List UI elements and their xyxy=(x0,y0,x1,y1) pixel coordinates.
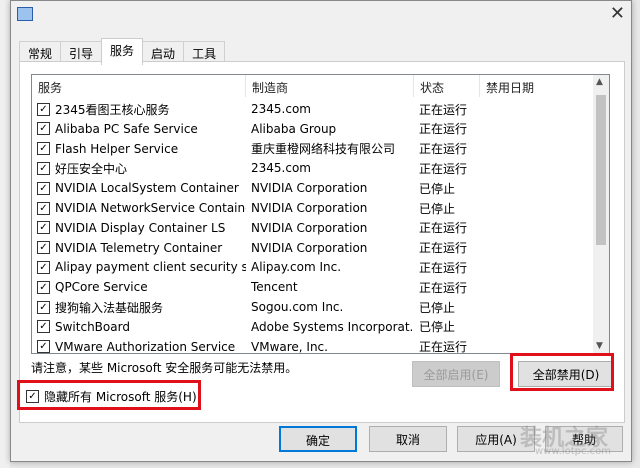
service-name: SwitchBoard xyxy=(55,319,130,334)
col-status[interactable]: 状态 xyxy=(414,75,480,97)
status-cell: 正在运行 xyxy=(419,241,468,256)
checkbox-checked-icon[interactable]: ✓ xyxy=(37,280,50,294)
service-name: 搜狗输入法基础服务 xyxy=(55,300,164,315)
vendor-cell: 2345.com xyxy=(251,161,311,176)
service-row[interactable]: ✓ NVIDIA NetworkService Container NVIDIA C… xyxy=(32,198,593,218)
service-name-cell: ✓ NVIDIA NetworkService Container xyxy=(32,201,246,215)
service-name: NVIDIA Display Container LS xyxy=(55,220,226,235)
vendor-cell: NVIDIA Corporation xyxy=(251,181,368,196)
service-row[interactable]: ✓ 2345看图王核心服务 2345.com 正在运行 xyxy=(32,99,593,119)
checkbox-checked-icon[interactable]: ✓ xyxy=(37,122,50,136)
status-cell: 正在运行 xyxy=(419,221,468,236)
tab-services[interactable]: 服务 xyxy=(101,38,144,65)
watermark-url: www.lotpc.com xyxy=(535,446,611,457)
background-window xyxy=(0,0,10,468)
checkbox-checked-icon[interactable]: ✓ xyxy=(37,201,50,215)
service-name: 好压安全中心 xyxy=(55,161,128,176)
service-row[interactable]: ✓ NVIDIA Telemetry Container NVIDIA Corpor… xyxy=(32,238,593,258)
vendor-cell: VMware, Inc. xyxy=(251,339,328,354)
status-cell: 已停止 xyxy=(419,181,456,196)
service-name-cell: ✓ Alipay payment client security ser... xyxy=(32,260,246,274)
checkbox-checked-icon[interactable]: ✓ xyxy=(37,102,50,116)
checkbox-checked-icon[interactable]: ✓ xyxy=(37,260,50,274)
checkbox-checked-icon[interactable]: ✓ xyxy=(37,340,50,353)
vendor-cell: 重庆重橙网络科技有限公司 xyxy=(251,142,396,157)
vendor-cell: Tencent xyxy=(251,280,298,295)
service-name: Alibaba PC Safe Service xyxy=(55,121,198,136)
list-header: 服务 制造商 状态 禁用日期 xyxy=(32,75,593,97)
highlight-box xyxy=(510,353,614,391)
scrollbar[interactable]: ▲ ▼ xyxy=(593,75,609,353)
service-name-cell: ✓ 2345看图王核心服务 xyxy=(32,101,246,118)
service-row[interactable]: ✓ Alipay payment client security ser... Al… xyxy=(32,257,593,277)
note-text: 请注意，某些 Microsoft 安全服务可能无法禁用。 xyxy=(31,361,298,375)
col-vendor[interactable]: 制造商 xyxy=(246,75,414,97)
service-name: NVIDIA NetworkService Container xyxy=(55,201,246,215)
vendor-cell: NVIDIA Corporation xyxy=(251,220,368,235)
status-cell: 已停止 xyxy=(419,201,456,216)
service-row[interactable]: ✓ SwitchBoard Adobe Systems Incorporat... 已… xyxy=(32,317,593,337)
status-cell: 正在运行 xyxy=(419,122,468,137)
service-row[interactable]: ✓ 搜狗输入法基础服务 Sogou.com Inc. 已停止 xyxy=(32,297,593,317)
service-name-cell: ✓ VMware Authorization Service xyxy=(32,339,246,354)
checkbox-checked-icon[interactable]: ✓ xyxy=(37,320,50,334)
service-name: NVIDIA LocalSystem Container xyxy=(55,181,239,196)
service-name: NVIDIA Telemetry Container xyxy=(55,240,223,255)
service-name-cell: ✓ 搜狗输入法基础服务 xyxy=(32,299,246,316)
status-cell: 正在运行 xyxy=(419,280,468,295)
vendor-cell: Adobe Systems Incorporat... xyxy=(251,319,414,334)
service-row[interactable]: ✓ QPCore Service Tencent 正在运行 xyxy=(32,277,593,297)
vendor-cell: Alibaba Group xyxy=(251,121,337,136)
checkbox-checked-icon[interactable]: ✓ xyxy=(37,161,50,175)
service-row[interactable]: ✓ NVIDIA Display Container LS NVIDIA Corpo… xyxy=(32,218,593,238)
checkbox-checked-icon[interactable]: ✓ xyxy=(37,181,50,195)
service-name-cell: ✓ NVIDIA LocalSystem Container xyxy=(32,181,246,195)
status-cell: 正在运行 xyxy=(419,142,468,157)
service-name: QPCore Service xyxy=(55,280,148,295)
status-cell: 正在运行 xyxy=(419,102,468,117)
vendor-cell: Sogou.com Inc. xyxy=(251,300,344,314)
service-row[interactable]: ✓ 好压安全中心 2345.com 正在运行 xyxy=(32,158,593,178)
status-cell: 已停止 xyxy=(419,300,456,315)
vendor-cell: Alipay.com Inc. xyxy=(251,260,342,275)
vendor-cell: NVIDIA Corporation xyxy=(251,201,368,215)
scroll-thumb[interactable] xyxy=(596,95,606,245)
vendor-cell: 2345.com xyxy=(251,102,311,116)
enable-all-button[interactable]: 全部启用(E) xyxy=(412,361,500,387)
checkbox-checked-icon[interactable]: ✓ xyxy=(37,241,50,255)
close-button[interactable]: ✕ xyxy=(610,3,625,24)
scroll-up-icon[interactable]: ▲ xyxy=(596,77,603,87)
ok-button[interactable]: 确定 xyxy=(279,426,357,452)
checkbox-checked-icon[interactable]: ✓ xyxy=(37,221,50,235)
service-row[interactable]: ✓ VMware Authorization Service VMware, Inc… xyxy=(32,337,593,354)
col-disabled-date[interactable]: 禁用日期 xyxy=(480,75,593,97)
checkbox-checked-icon[interactable]: ✓ xyxy=(37,300,50,314)
scroll-down-icon[interactable]: ▼ xyxy=(596,341,603,351)
service-row[interactable]: ✓ NVIDIA LocalSystem Container NVIDIA Corp… xyxy=(32,178,593,198)
checkbox-checked-icon[interactable]: ✓ xyxy=(37,142,50,156)
col-service[interactable]: 服务 xyxy=(32,75,246,97)
vendor-cell: NVIDIA Corporation xyxy=(251,240,368,255)
msconfig-icon xyxy=(17,7,33,21)
service-name-cell: ✓ NVIDIA Display Container LS xyxy=(32,221,246,235)
service-name: Alipay payment client security ser... xyxy=(55,260,246,275)
status-cell: 正在运行 xyxy=(419,260,468,275)
service-name-cell: ✓ QPCore Service xyxy=(32,280,246,294)
service-row[interactable]: ✓ Alibaba PC Safe Service Alibaba Group 正在运… xyxy=(32,119,593,139)
service-name: VMware Authorization Service xyxy=(55,339,236,354)
service-name-cell: ✓ NVIDIA Telemetry Container xyxy=(32,241,246,255)
service-name-cell: ✓ SwitchBoard xyxy=(32,320,246,334)
highlight-box xyxy=(17,380,201,410)
cancel-button[interactable]: 取消 xyxy=(369,426,447,452)
service-name: Flash Helper Service xyxy=(55,141,179,156)
status-cell: 正在运行 xyxy=(419,340,468,354)
services-list: 服务 制造商 状态 禁用日期 ✓ 2345看图王核心服务 2345.com 正在运行 ✓… xyxy=(31,74,610,354)
service-name-cell: ✓ Flash Helper Service xyxy=(32,142,246,156)
status-cell: 已停止 xyxy=(419,320,456,335)
service-row[interactable]: ✓ Flash Helper Service 重庆重橙网络科技有限公司 正在运行 xyxy=(32,139,593,159)
service-name: 2345看图王核心服务 xyxy=(55,102,170,117)
service-name-cell: ✓ Alibaba PC Safe Service xyxy=(32,122,246,136)
status-cell: 正在运行 xyxy=(419,161,468,176)
service-name-cell: ✓ 好压安全中心 xyxy=(32,160,246,177)
